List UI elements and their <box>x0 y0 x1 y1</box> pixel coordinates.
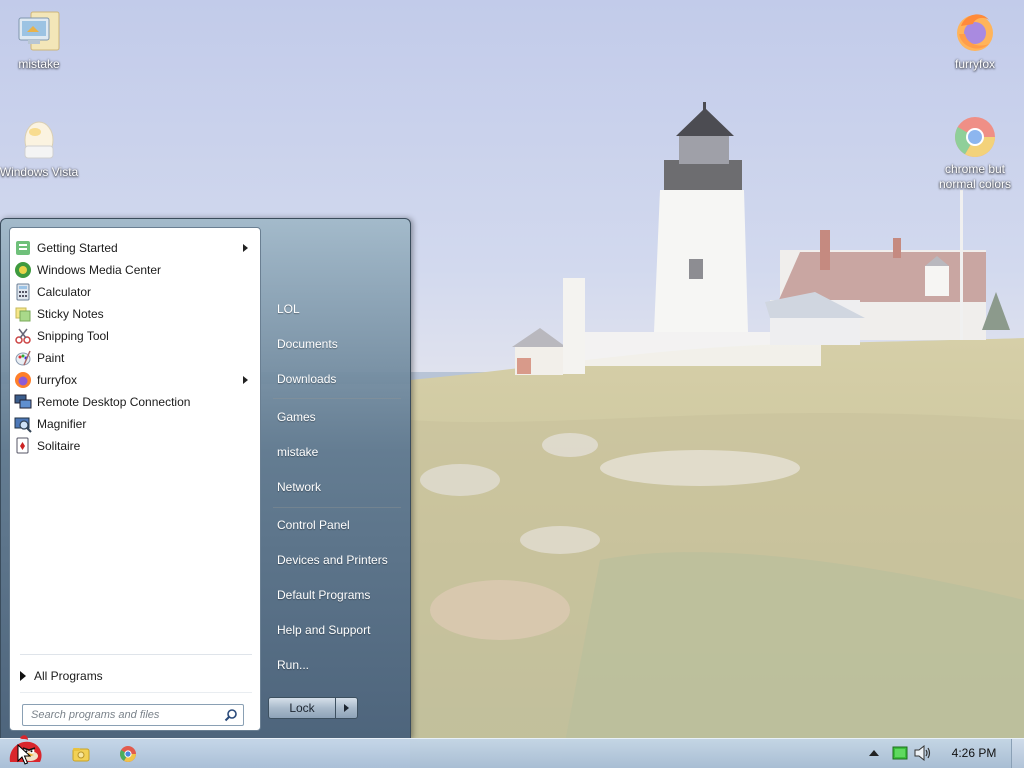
programs-pane: Getting Started Windows Media Center Cal… <box>9 227 261 731</box>
power-options-button[interactable] <box>335 697 358 719</box>
right-item-label: Help and Support <box>277 623 371 637</box>
all-programs-label: All Programs <box>34 669 103 683</box>
arrow-right-icon <box>20 671 26 681</box>
program-label: Sticky Notes <box>37 307 104 321</box>
cards-icon <box>16 437 29 454</box>
chrome-icon <box>955 117 995 157</box>
right-item-downloads[interactable]: Downloads <box>275 364 403 394</box>
program-label: Windows Media Center <box>37 263 162 277</box>
right-item-label: Games <box>277 410 316 424</box>
right-item-network[interactable]: Network <box>275 472 403 502</box>
computer-folder-icon <box>18 11 60 51</box>
desktop-icon-label: Windows Vista <box>0 165 79 179</box>
program-paint[interactable]: Paint <box>10 347 260 369</box>
desktop-icon-label: chrome but normal colors <box>938 162 1012 191</box>
egg-icon <box>24 121 54 159</box>
program-calculator[interactable]: Calculator <box>10 281 260 303</box>
search-divider <box>20 692 252 693</box>
right-item-default-programs[interactable]: Default Programs <box>275 580 403 610</box>
right-item-control-panel[interactable]: Control Panel <box>275 510 403 540</box>
submenu-arrow-icon <box>243 376 248 384</box>
program-label: Calculator <box>37 285 92 299</box>
search-icon[interactable] <box>224 708 238 722</box>
firefox-icon <box>15 372 31 388</box>
volume-icon[interactable] <box>914 745 932 761</box>
all-programs-button[interactable]: All Programs <box>20 666 103 686</box>
right-item-label: Devices and Printers <box>277 553 388 567</box>
sticky-notes-icon <box>15 307 31 322</box>
search-box[interactable] <box>22 704 244 726</box>
submenu-arrow-icon <box>243 244 248 252</box>
network-icon[interactable] <box>892 746 908 760</box>
right-item-label: Network <box>277 480 322 494</box>
right-item-devices-and-printers[interactable]: Devices and Printers <box>275 545 403 575</box>
program-label: Magnifier <box>37 417 87 431</box>
all-programs-divider <box>20 654 252 655</box>
right-item-label: Run... <box>277 658 310 672</box>
desktop-icon-mistake[interactable]: mistake <box>0 8 84 72</box>
right-item-lol[interactable]: LOL <box>275 294 403 324</box>
right-item-label: LOL <box>277 302 300 316</box>
program-label: furryfox <box>37 373 78 387</box>
right-item-label: Default Programs <box>277 588 371 602</box>
right-item-label: Control Panel <box>277 518 350 532</box>
right-item-documents[interactable]: Documents <box>275 329 403 359</box>
program-remote-desktop-connection[interactable]: Remote Desktop Connection <box>10 391 260 413</box>
program-label: Solitaire <box>37 439 81 453</box>
right-item-label: mistake <box>277 445 319 459</box>
lock-button[interactable]: Lock <box>268 697 336 719</box>
getting-started-icon <box>16 241 30 255</box>
taskbar-clock[interactable]: 4:26 PM <box>944 746 1004 760</box>
start-menu: Getting Started Windows Media Center Cal… <box>0 218 411 739</box>
lock-button-label: Lock <box>289 701 315 715</box>
desktop-icon-label: mistake <box>18 57 60 71</box>
program-label: Getting Started <box>37 241 118 255</box>
right-divider <box>273 507 401 508</box>
media-center-icon <box>15 262 31 278</box>
right-item-games[interactable]: Games <box>275 402 403 432</box>
program-getting-started[interactable]: Getting Started <box>10 237 260 259</box>
program-windows-media-center[interactable]: Windows Media Center <box>10 259 260 281</box>
arrow-right-icon <box>344 704 349 712</box>
chrome-icon <box>120 746 136 762</box>
show-desktop-button[interactable] <box>1011 739 1024 768</box>
right-item-run[interactable]: Run... <box>275 650 403 680</box>
desktop-icon-furryfox[interactable]: furryfox <box>930 8 1020 72</box>
taskbar-explorer-button[interactable] <box>70 743 92 765</box>
program-label: Remote Desktop Connection <box>37 395 191 409</box>
desktop-icon-chrome[interactable]: chrome but normal colors <box>930 113 1020 192</box>
taskbar-chrome-button[interactable] <box>117 743 139 765</box>
show-hidden-icons-arrow[interactable] <box>868 748 880 758</box>
desktop-icon-windows-vista[interactable]: Windows Vista <box>0 116 84 180</box>
program-label: Paint <box>37 351 65 365</box>
right-item-help-and-support[interactable]: Help and Support <box>275 615 403 645</box>
program-solitaire[interactable]: Solitaire <box>10 435 260 457</box>
program-snipping-tool[interactable]: Snipping Tool <box>10 325 260 347</box>
firefox-icon <box>957 14 993 51</box>
mouse-cursor-icon <box>17 744 31 765</box>
program-magnifier[interactable]: Magnifier <box>10 413 260 435</box>
paint-palette-icon <box>15 350 31 366</box>
right-item-label: Documents <box>277 337 338 351</box>
scissors-icon <box>15 328 31 344</box>
magnifier-icon <box>14 417 32 433</box>
program-label: Snipping Tool <box>37 329 109 343</box>
right-item-label: Downloads <box>277 372 337 386</box>
right-divider <box>273 398 401 399</box>
desktop-icon-label: furryfox <box>954 57 995 71</box>
program-sticky-notes[interactable]: Sticky Notes <box>10 303 260 325</box>
right-item-mistake[interactable]: mistake <box>275 437 403 467</box>
explorer-folder-icon <box>72 748 90 762</box>
program-furryfox[interactable]: furryfox <box>10 369 260 391</box>
search-input[interactable] <box>23 705 219 725</box>
calculator-icon <box>16 283 30 301</box>
remote-desktop-icon <box>14 394 32 409</box>
